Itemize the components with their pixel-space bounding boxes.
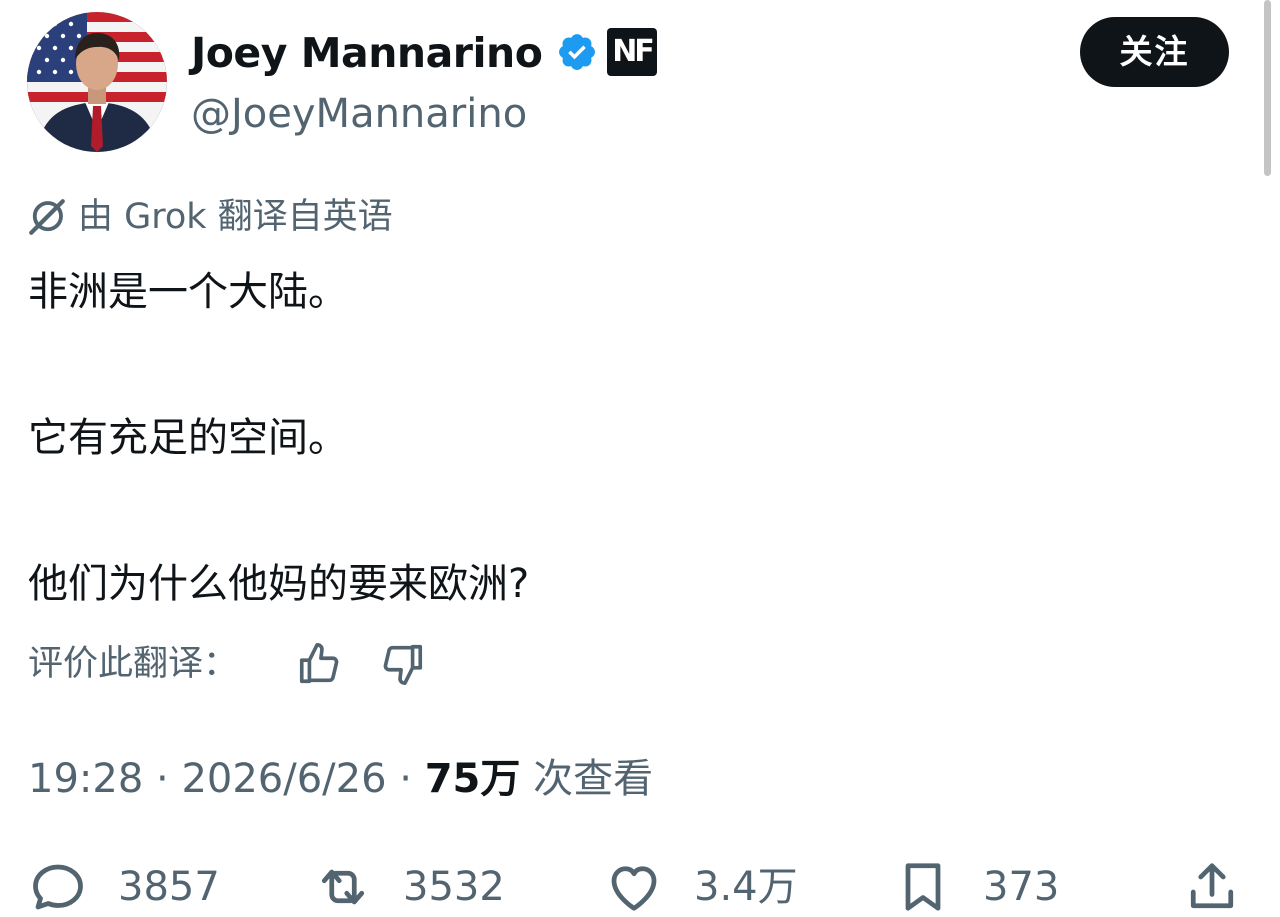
bookmark-icon[interactable] [893,857,953,917]
view-count-suffix: 次查看 [533,756,654,802]
view-count: 75万 [424,756,521,802]
display-name[interactable]: Joey Mannarino [191,26,543,80]
avatar[interactable] [27,12,167,152]
follow-button[interactable]: 关注 [1080,17,1229,87]
user-handle[interactable]: @JoeyMannarino [191,87,527,141]
affiliate-badge[interactable]: NF [607,28,657,76]
reply-action[interactable]: 3857 [28,857,220,917]
repost-icon[interactable] [313,857,373,917]
reply-icon[interactable] [28,857,88,917]
tweet-meta: 19:28 · 2026/6/26 · 75万 次查看 [28,751,653,807]
share-icon[interactable] [1182,857,1242,917]
verified-check-icon [559,34,595,70]
meta-separator: · [156,756,169,802]
scrollbar[interactable] [1264,0,1271,176]
tweet-line-3: 他们为什么他妈的要来欧洲? [28,561,530,607]
translation-note[interactable]: 由 Grok 翻译自英语 [78,192,393,242]
thumbs-down-icon[interactable] [380,641,426,687]
tweet-line-1: 非洲是一个大陆。 [28,269,348,315]
repost-action[interactable]: 3532 [313,857,505,917]
bookmark-count: 373 [983,864,1060,910]
tweet-line-2: 它有充足的空间。 [28,415,348,461]
tweet-time[interactable]: 19:28 [28,756,143,802]
thumbs-up-icon[interactable] [296,641,342,687]
bookmark-action[interactable]: 373 [893,857,1059,917]
grok-icon [29,199,65,235]
rate-translation-label: 评价此翻译： [28,644,239,684]
avatar-image [27,12,167,152]
heart-icon[interactable] [604,857,664,917]
reply-count: 3857 [118,864,220,910]
tweet-date[interactable]: 2026/6/26 [181,756,386,802]
like-action[interactable]: 3.4万 [604,857,798,917]
meta-separator: · [399,756,412,802]
share-action[interactable] [1182,857,1242,917]
repost-count: 3532 [403,864,505,910]
like-count: 3.4万 [694,864,798,910]
